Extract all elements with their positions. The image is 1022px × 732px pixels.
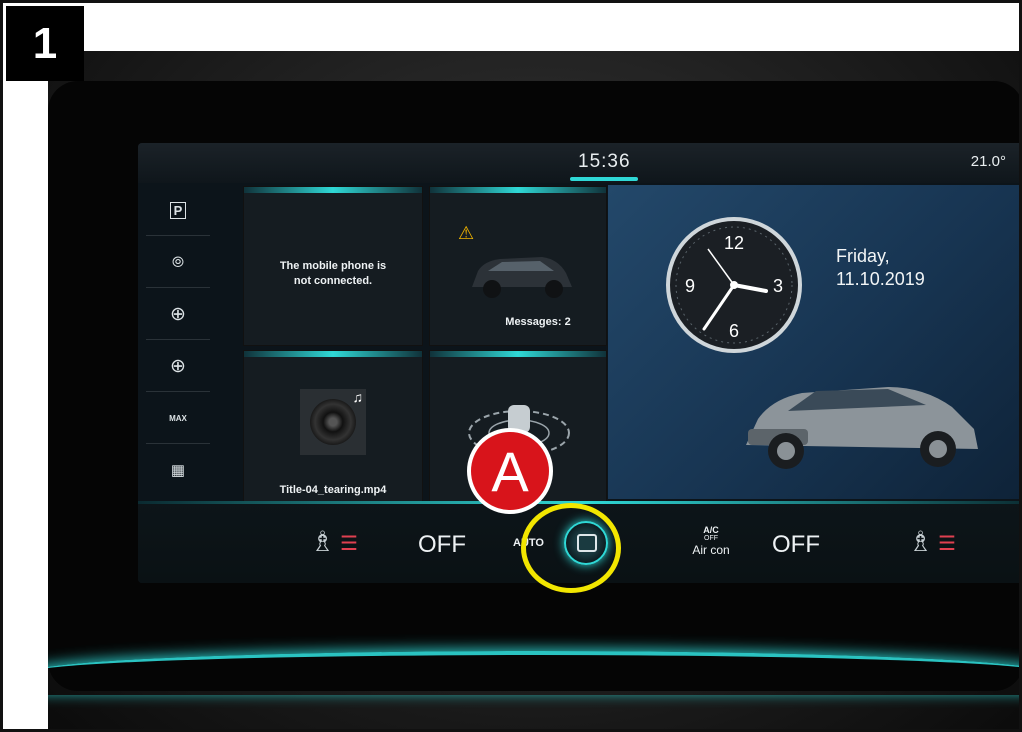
crosshair-icon: ⊕ [170,355,186,377]
suv-thumbnail [472,257,572,298]
time-indicator [570,177,638,181]
speaker-icon [310,399,356,445]
warning-icon: ⚠ [458,223,475,243]
sidebar-item-assist-2[interactable]: ⊕ [146,341,210,392]
instruction-frame: 1 15:36 21.0° P ⦾ ⊕ ⊕ MAX ▦ The mobile p… [0,0,1022,732]
analog-clock-icon: 12 3 6 9 [666,217,802,353]
clock-label-3: 3 [773,276,783,296]
seat-heat-level-icon: ☰ [340,533,358,555]
album-art: ♫ [300,389,366,455]
sidebar-item-max-defrost[interactable]: MAX [146,393,210,444]
clock-label-9: 9 [685,276,695,296]
seat-icon: ♗ [908,526,934,557]
callout-label: A [491,439,529,503]
tile-accent-bar [244,351,422,357]
ac-button[interactable]: A/C OFF Air con [686,525,736,569]
step-badge: 1 [6,6,84,81]
clock-time: 15:36 [578,151,631,172]
date-display: Friday, 11.10.2019 [836,245,925,291]
sidebar-item-help[interactable]: ⦾ [146,237,210,288]
tile-accent-bar [430,351,606,357]
car-dashboard-photo: 15:36 21.0° P ⦾ ⊕ ⊕ MAX ▦ The mobile pho… [48,51,1019,729]
crosshair-icon: ⊕ [170,303,186,325]
left-seat-heat-button[interactable]: ♗ ☰ [306,521,366,565]
sidebar-item-assist-1[interactable]: ⊕ [146,289,210,340]
clock-label-6: 6 [729,321,739,341]
phone-tile[interactable]: The mobile phone is not connected. [244,187,422,345]
phone-status-text: The mobile phone is not connected. [279,260,387,287]
quick-access-sidebar: P ⦾ ⊕ ⊕ MAX ▦ [138,185,216,499]
home-info-panel: 12 3 6 9 Friday, 11.10.2019 [608,185,1019,499]
ac-icon: A/C [703,525,719,535]
seat-heat-level-icon: ☰ [938,533,956,555]
help-icon: ⦾ [171,253,184,271]
tile-accent-bar [430,187,606,193]
sidebar-item-rear-defrost[interactable]: ▦ [146,445,210,495]
left-temperature-off[interactable]: OFF [418,531,466,559]
vehicle-status-tile[interactable]: ⚠ Messages: 2 [430,187,606,345]
tile-accent-bar [244,187,422,193]
max-defrost-icon: MAX [169,413,187,423]
weekday: Friday, [836,246,890,266]
sidebar-item-parking[interactable]: P [146,185,210,236]
highlight-ring [521,503,621,593]
parking-icon: P [169,201,187,219]
right-temperature-off[interactable]: OFF [772,531,820,559]
outside-temperature: 21.0° [970,153,1006,170]
music-note-icon: ♫ [352,389,364,405]
media-tile[interactable]: ♫ Title-04_tearing.mp4 [244,351,422,501]
callout-marker-a: A [467,428,553,514]
status-bar: 15:36 21.0° [138,143,1019,183]
ac-off-icon: OFF [704,535,718,542]
rear-defrost-icon: ▦ [170,462,186,479]
step-number: 1 [32,18,58,68]
right-seat-heat-button[interactable]: ♗ ☰ [904,521,964,565]
messages-count: Messages: 2 [505,316,571,328]
ambient-light-trim [48,651,1019,695]
media-title: Title-04_tearing.mp4 [279,484,387,496]
suv-image [746,387,978,469]
date: 11.10.2019 [836,269,925,289]
clock-label-12: 12 [724,233,744,253]
seat-icon: ♗ [310,526,336,557]
ac-label: Air con [692,543,730,557]
